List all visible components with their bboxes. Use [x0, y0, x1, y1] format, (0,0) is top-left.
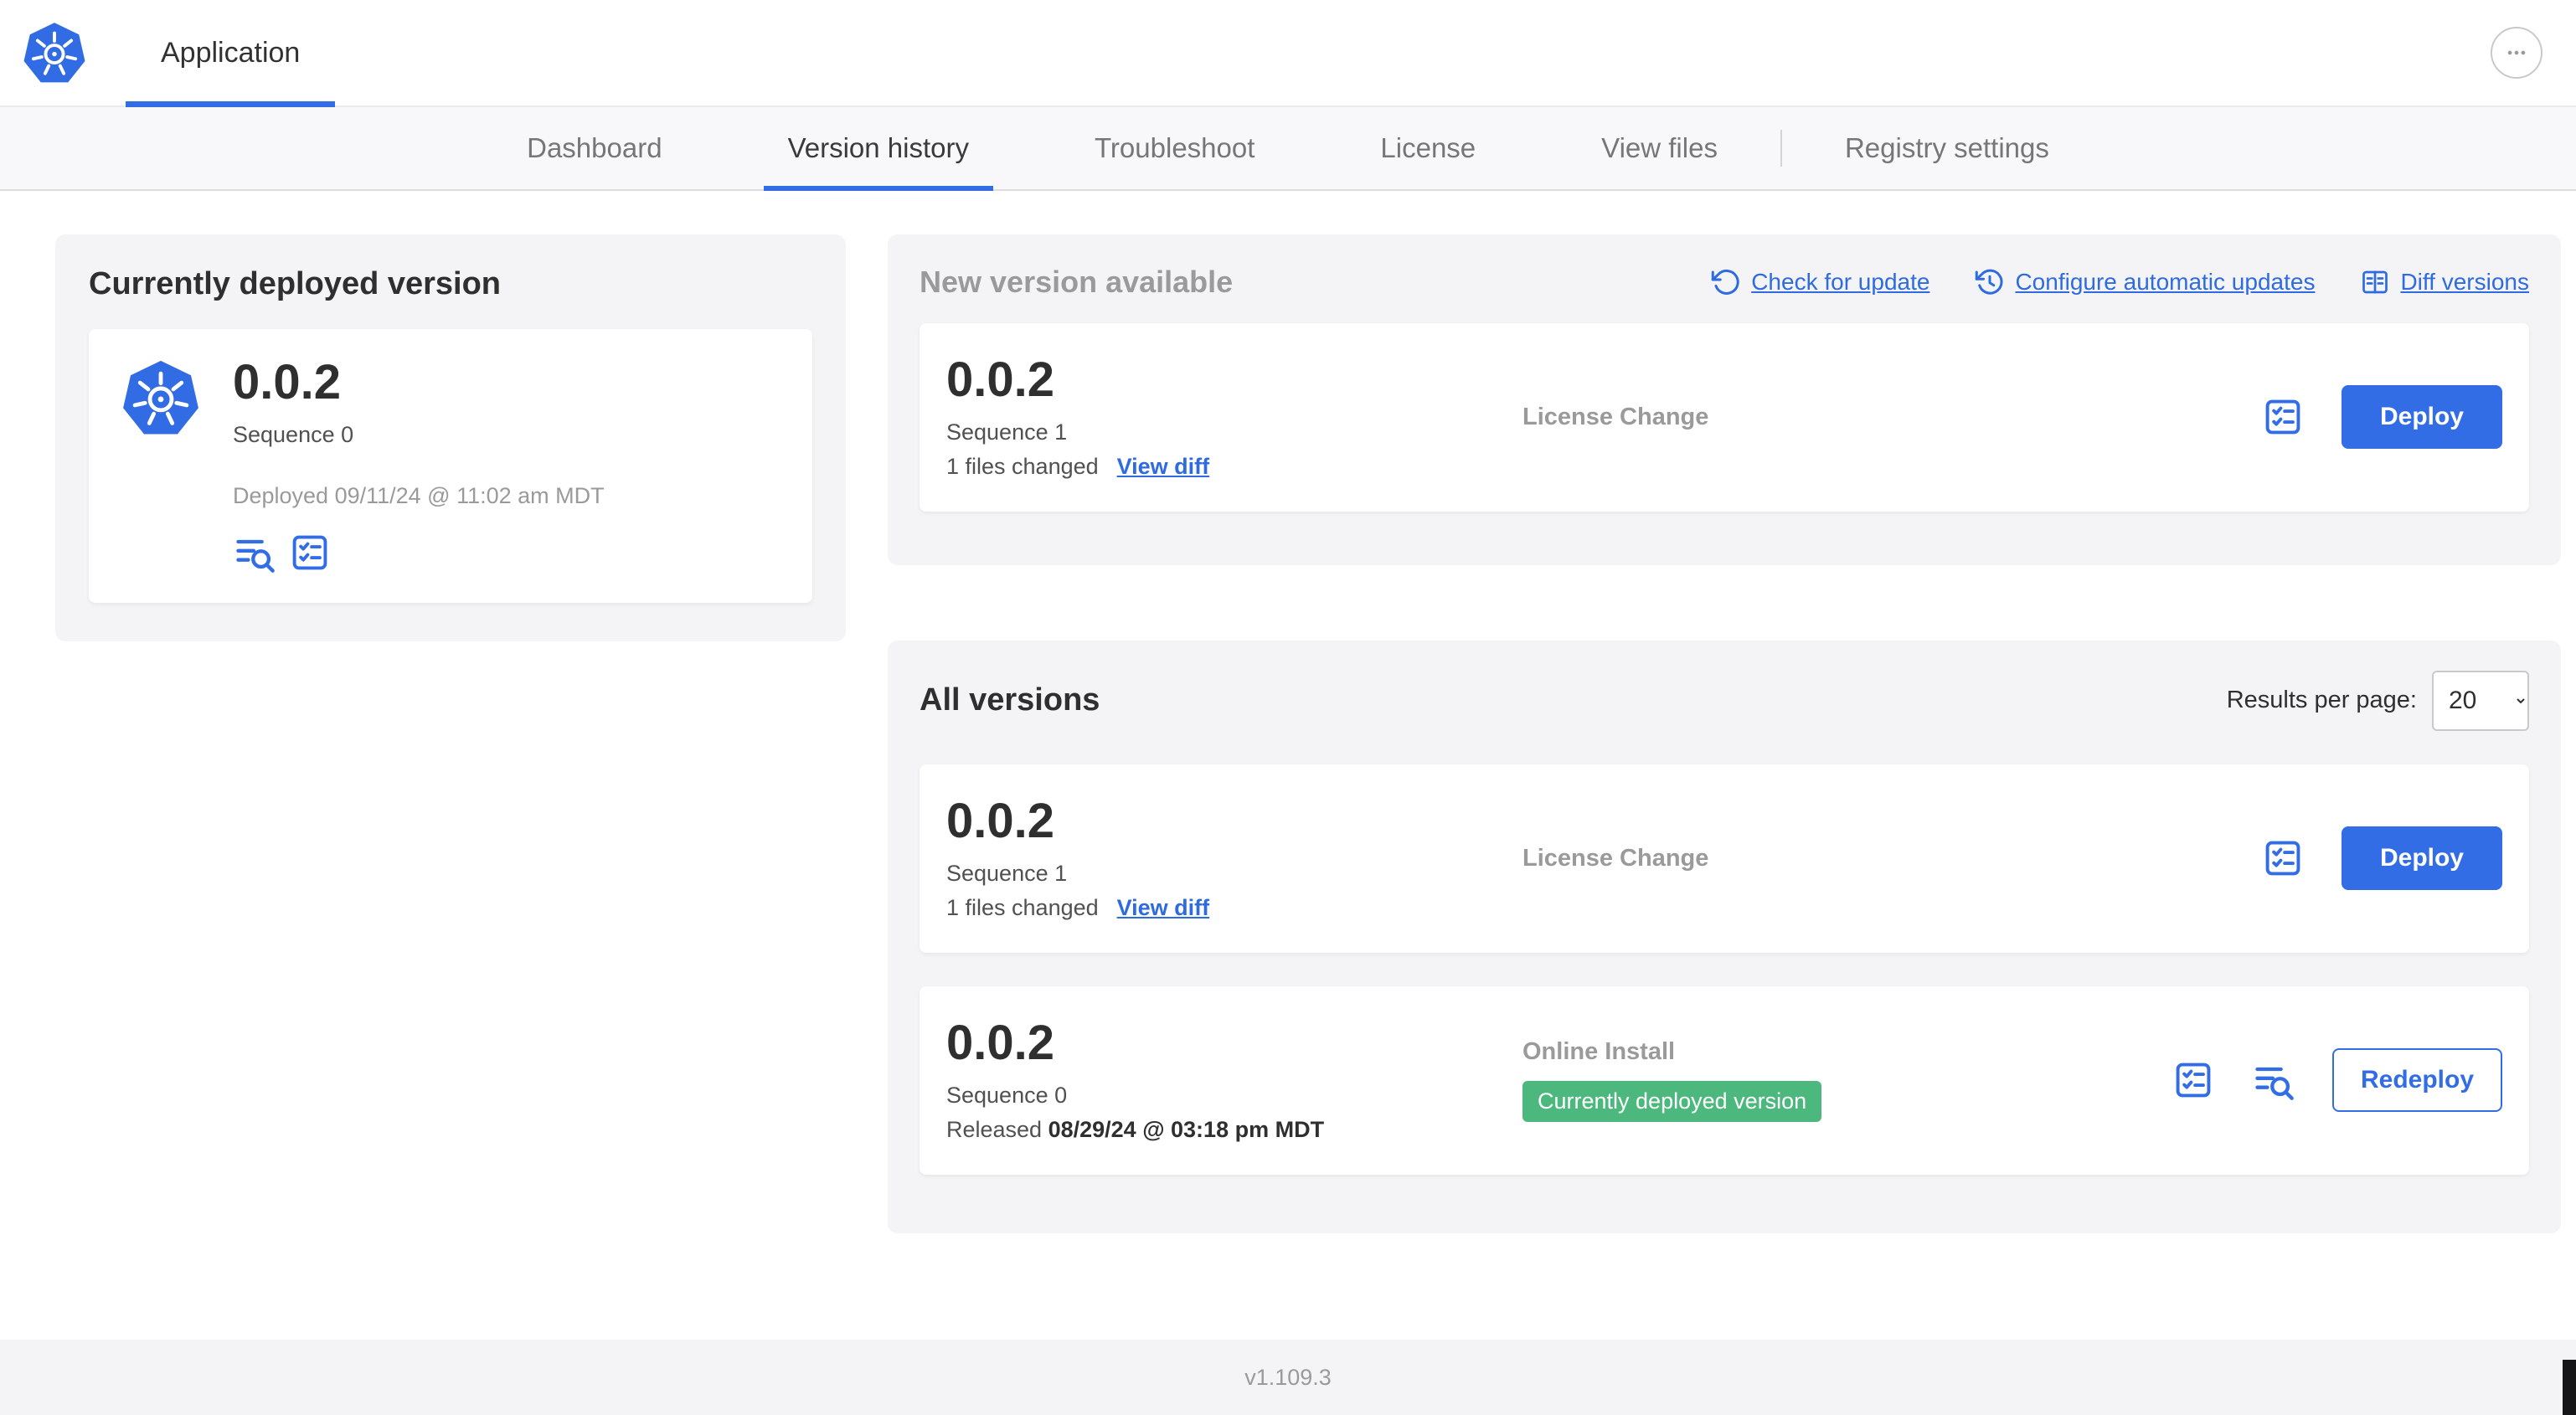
all-versions-panel: All versions Results per page: 20 0.0.2 …	[888, 640, 2561, 1233]
all-versions-title: All versions	[920, 682, 1100, 718]
tab-registry-settings[interactable]: Registry settings	[1782, 107, 2112, 189]
check-for-update-link[interactable]: Check for update	[1711, 267, 1929, 297]
tab-version-history[interactable]: Version history	[725, 107, 1032, 191]
new-version-header: New version available Check for update C…	[920, 265, 2529, 300]
results-per-page-select[interactable]: 20	[2432, 670, 2529, 731]
new-version-panel: New version available Check for update C…	[888, 234, 2561, 565]
version-info: 0.0.2 Sequence 1 1 files changed View di…	[946, 352, 1522, 480]
application-tab-label: Application	[161, 36, 301, 69]
schedule-clock-icon	[1975, 267, 2005, 297]
version-source: License Change	[1522, 845, 2261, 872]
version-source: Online Install Currently deployed versio…	[1522, 1038, 2172, 1123]
kubernetes-logo-icon	[121, 358, 201, 438]
version-row: 0.0.2 Sequence 0 Released 08/29/24 @ 03:…	[920, 985, 2529, 1175]
page: Application Dashboard Version history Tr…	[0, 0, 2576, 1415]
sequence-label: Sequence 1	[946, 419, 1068, 445]
currently-deployed-badge: Currently deployed version	[1522, 1081, 1822, 1123]
diff-versions-label: Diff versions	[2400, 269, 2529, 295]
released-date: 08/29/24 @ 03:18 pm MDT	[1048, 1116, 1325, 1142]
results-per-page-label: Results per page:	[2226, 687, 2417, 714]
new-version-row: 0.0.2 Sequence 1 1 files changed View di…	[920, 323, 2529, 512]
diff-versions-link[interactable]: Diff versions	[2360, 267, 2529, 297]
deployed-version-actions	[233, 531, 605, 574]
deployed-version-details: 0.0.2 Sequence 0 Deployed 09/11/24 @ 11:…	[233, 355, 605, 574]
version-actions: Deploy	[2261, 385, 2502, 450]
sequence-label: Sequence 0	[946, 1082, 1068, 1108]
more-options-button[interactable]	[2491, 27, 2543, 79]
released-label: Released	[946, 1116, 1043, 1142]
deployed-timestamp: Deployed 09/11/24 @ 11:02 am MDT	[233, 482, 605, 508]
sequence-label: Sequence 0	[233, 421, 354, 447]
kubernetes-logo-icon	[22, 20, 87, 85]
check-for-update-label: Check for update	[1751, 269, 1930, 295]
version-info: 0.0.2 Sequence 0 Released 08/29/24 @ 03:…	[946, 1015, 1522, 1143]
files-changed-label: 1 files changed	[946, 453, 1099, 479]
version-number: 0.0.2	[946, 352, 1054, 407]
version-actions: Deploy	[2261, 826, 2502, 891]
release-notes-icon	[236, 539, 275, 573]
version-row: 0.0.2 Sequence 1 1 files changed View di…	[920, 764, 2529, 953]
new-version-title: New version available	[920, 265, 1234, 299]
checklist-icon	[2176, 1063, 2211, 1098]
files-changed-label: 1 files changed	[946, 894, 1099, 920]
view-diff-link[interactable]: View diff	[1117, 895, 1210, 921]
release-notes-icon	[2255, 1068, 2294, 1101]
configure-automatic-updates-link[interactable]: Configure automatic updates	[1975, 267, 2315, 297]
right-column: New version available Check for update C…	[888, 234, 2561, 1233]
sequence-label: Sequence 1	[946, 860, 1068, 886]
tab-application[interactable]: Application	[126, 0, 336, 107]
version-number: 0.0.2	[946, 1015, 1054, 1070]
version-number: 0.0.2	[233, 355, 341, 409]
release-notes-button[interactable]	[233, 531, 276, 574]
console-version-label: v1.109.3	[1244, 1364, 1332, 1390]
preflight-checks-button[interactable]	[288, 531, 332, 574]
deployed-version-card: 0.0.2 Sequence 0 Deployed 09/11/24 @ 11:…	[89, 329, 812, 603]
version-source: License Change	[1522, 404, 2261, 431]
source-label: License Change	[1522, 403, 1709, 430]
source-label: License Change	[1522, 844, 1709, 872]
tab-troubleshoot[interactable]: Troubleshoot	[1032, 107, 1317, 189]
version-actions: Redeploy	[2172, 1048, 2502, 1113]
checklist-icon	[292, 535, 327, 570]
currently-deployed-panel: Currently deployed version 0.0.2 Sequenc…	[55, 234, 846, 641]
currently-deployed-title: Currently deployed version	[89, 266, 502, 301]
configure-automatic-updates-label: Configure automatic updates	[2015, 269, 2316, 295]
preflight-checks-button[interactable]	[2172, 1058, 2215, 1102]
preflight-checks-button[interactable]	[2261, 836, 2305, 880]
checklist-icon	[2265, 841, 2300, 876]
deploy-button[interactable]: Deploy	[2341, 826, 2502, 891]
diff-icon	[2360, 267, 2390, 297]
checklist-icon	[2265, 400, 2300, 435]
source-label: Online Install	[1522, 1038, 1676, 1066]
results-per-page: Results per page: 20	[2226, 670, 2529, 731]
app-subnav: Dashboard Version history Troubleshoot L…	[0, 107, 2576, 191]
deploy-button[interactable]: Deploy	[2341, 385, 2502, 450]
preflight-checks-button[interactable]	[2261, 395, 2305, 439]
tab-dashboard[interactable]: Dashboard	[464, 107, 724, 189]
scrollbar-thumb[interactable]	[2563, 1360, 2576, 1415]
main-content: Currently deployed version 0.0.2 Sequenc…	[0, 191, 2576, 1340]
refresh-icon	[1711, 267, 1741, 297]
top-header: Application	[0, 0, 2576, 107]
view-diff-link[interactable]: View diff	[1117, 454, 1210, 480]
ellipsis-icon	[2507, 50, 2526, 55]
tab-view-files[interactable]: View files	[1538, 107, 1780, 189]
all-versions-header: All versions Results per page: 20	[920, 670, 2529, 731]
version-info: 0.0.2 Sequence 1 1 files changed View di…	[946, 793, 1522, 921]
released-timestamp: Released 08/29/24 @ 03:18 pm MDT	[946, 1117, 1489, 1143]
release-notes-button[interactable]	[2252, 1058, 2295, 1102]
footer: v1.109.3	[0, 1340, 2576, 1415]
redeploy-button[interactable]: Redeploy	[2331, 1048, 2502, 1113]
version-number: 0.0.2	[946, 793, 1054, 848]
version-actions-links: Check for update Configure automatic upd…	[1711, 267, 2529, 297]
tab-license[interactable]: License	[1317, 107, 1538, 189]
